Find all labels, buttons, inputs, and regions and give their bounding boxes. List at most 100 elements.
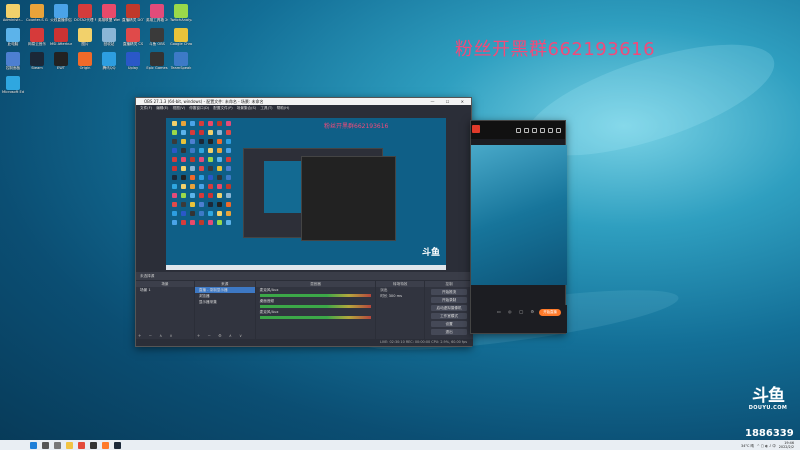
obs-menu-bar[interactable]: 文件(F) 编辑(E) 视图(V) 停靠窗口(D) 配置文件(P) 场景集合(S… bbox=[136, 105, 471, 112]
system-tray[interactable]: 34°C 晴 ^ ▢ ◐ ♪ 中 19:46 2022/2/2 bbox=[741, 440, 794, 450]
start-icon[interactable] bbox=[30, 441, 37, 449]
mixer-track-label: 麦克风/Aux bbox=[259, 288, 279, 292]
app-icon bbox=[30, 28, 44, 42]
preview-icon bbox=[181, 148, 186, 153]
desktop-shortcut[interactable]: EWT bbox=[50, 52, 72, 70]
gift-icon[interactable] bbox=[516, 127, 521, 133]
desktop-shortcut-label: Microsoft Edge bbox=[2, 90, 24, 94]
search-icon[interactable] bbox=[42, 441, 49, 449]
steam-icon[interactable] bbox=[114, 441, 121, 449]
desktop-shortcut[interactable]: 英雄工具箱 2022 bbox=[146, 4, 168, 22]
desktop-shortcut[interactable]: TwitchAnalyzer bbox=[170, 4, 192, 22]
scenes-dock: 场景 场景 1 + − ∧ ∨ bbox=[136, 281, 194, 339]
desktop-shortcut[interactable]: 火线直播伴侣 bbox=[50, 4, 72, 22]
start-recording-button[interactable]: 开始录制 bbox=[431, 297, 468, 303]
preview-icon bbox=[226, 202, 231, 207]
preview-icon bbox=[199, 166, 204, 171]
tray-icons[interactable]: ^ ▢ ◐ ♪ 中 bbox=[757, 443, 776, 448]
obs-title-bar[interactable]: OBS 27.1.3 (64-bit, windows) - 配置文件: 未命名… bbox=[136, 98, 471, 105]
room-tool-icons[interactable]: ▭ ◎ ◯ ⚙ bbox=[497, 309, 537, 314]
source-item[interactable]: 显示器采集 bbox=[195, 299, 255, 305]
desktop-shortcut[interactable]: 此电脑 bbox=[2, 28, 24, 46]
desktop-shortcut[interactable]: Steam bbox=[26, 52, 48, 70]
preview-icon bbox=[181, 175, 186, 180]
settings-button[interactable]: 设置 bbox=[431, 321, 468, 327]
desktop-shortcut-label: 此电脑 bbox=[7, 42, 19, 46]
volume-meter[interactable] bbox=[259, 316, 372, 319]
start-live-button[interactable]: 开始直播 bbox=[539, 309, 561, 316]
preview-icon bbox=[217, 121, 222, 126]
box-icon[interactable] bbox=[524, 127, 529, 133]
preview-icon bbox=[199, 184, 204, 189]
preview-icon bbox=[226, 184, 231, 189]
sources-dock-toolbar[interactable]: + − ⚙ ∧ ∨ bbox=[197, 333, 245, 338]
preview-icon bbox=[217, 175, 222, 180]
preview-icon bbox=[208, 175, 213, 180]
desktop-shortcut-label: Origin bbox=[79, 66, 91, 70]
desktop-shortcut[interactable]: Microsoft Edge bbox=[2, 76, 24, 94]
clock[interactable]: 19:46 2022/2/2 bbox=[779, 441, 794, 449]
preview-icon bbox=[190, 202, 195, 207]
app-icon bbox=[126, 52, 140, 66]
preview-icon bbox=[208, 121, 213, 126]
preview-desktop-icons bbox=[172, 121, 244, 231]
preview-icon bbox=[181, 166, 186, 171]
room-window-toolbar[interactable] bbox=[471, 121, 565, 139]
app-icon bbox=[78, 4, 92, 18]
desktop-shortcut[interactable]: 直播精灵 CS bbox=[122, 28, 144, 46]
preview-icon bbox=[181, 121, 186, 126]
desktop-shortcut-label: EWT bbox=[56, 66, 66, 70]
preview-icon bbox=[226, 157, 231, 162]
volume-meter[interactable] bbox=[259, 294, 372, 297]
desktop-shortcut[interactable]: MSI Afterburner bbox=[50, 28, 72, 46]
bag-icon[interactable] bbox=[532, 127, 537, 133]
desktop-shortcut[interactable]: 图片 bbox=[74, 28, 96, 46]
desktop-shortcut[interactable]: DOTA2代理 PC bbox=[74, 4, 96, 22]
volume-meter[interactable] bbox=[259, 305, 372, 308]
mail-icon[interactable] bbox=[540, 127, 545, 133]
preview-icon bbox=[172, 211, 177, 216]
fan-group-watermark: 粉丝开黑群662193616 bbox=[455, 39, 656, 60]
window-controls[interactable]: — ☐ ✕ bbox=[431, 98, 469, 105]
scenes-dock-toolbar[interactable]: + − ∧ ∨ bbox=[138, 333, 175, 338]
chrome-icon[interactable] bbox=[78, 441, 85, 449]
desktop-shortcut[interactable]: Counter-S Global Off bbox=[26, 4, 48, 22]
desktop-shortcut[interactable]: 网易云音乐 bbox=[26, 28, 48, 46]
preview-icon bbox=[199, 148, 204, 153]
transition-duration[interactable]: 时长 300 ms bbox=[376, 293, 424, 299]
desktop-shortcut[interactable]: 斗鱼 OBS bbox=[146, 28, 168, 46]
desktop-shortcut[interactable]: 控制面板 bbox=[2, 52, 24, 70]
obs-preview-canvas[interactable]: 粉丝开黑群662193616 斗鱼 bbox=[166, 118, 446, 270]
task-view-icon[interactable] bbox=[54, 441, 61, 449]
obs-icon[interactable] bbox=[90, 441, 97, 449]
preview-icon bbox=[226, 148, 231, 153]
exit-button[interactable]: 退出 bbox=[431, 329, 468, 335]
desktop-shortcut[interactable]: 回收站 bbox=[98, 28, 120, 46]
desktop-shortcut-label: Administr... bbox=[2, 18, 24, 22]
start-streaming-button[interactable]: 开始推流 bbox=[431, 289, 468, 295]
preview-icon bbox=[217, 220, 222, 225]
desktop-shortcut[interactable]: Uplay bbox=[122, 52, 144, 70]
desktop-shortcut[interactable]: 直播精灵 DOTA2 bbox=[122, 4, 144, 22]
preview-icon bbox=[172, 148, 177, 153]
studio-mode-button[interactable]: 工作室模式 bbox=[431, 313, 468, 319]
desktop-shortcut[interactable]: Epic Games bbox=[146, 52, 168, 70]
desktop-shortcut-label: Counter-S Global Off bbox=[26, 18, 48, 22]
douyu-room-window[interactable]: ▭ ◎ ◯ ⚙ 开始直播 bbox=[470, 120, 567, 334]
preview-icon bbox=[181, 184, 186, 189]
desktop-shortcut[interactable]: 英雄联盟 WeGame bbox=[98, 4, 120, 22]
desktop-shortcut[interactable]: Google Chrome bbox=[170, 28, 192, 46]
share-icon[interactable] bbox=[556, 127, 561, 133]
desktop-shortcut[interactable]: Administr... bbox=[2, 4, 24, 22]
desktop-shortcut[interactable]: TeamSpeak bbox=[170, 52, 192, 70]
preview-icon bbox=[181, 139, 186, 144]
virtual-camera-button[interactable]: 启动虚拟摄像机 bbox=[431, 305, 468, 311]
desktop-shortcut[interactable]: 腾讯QQ bbox=[98, 52, 120, 70]
screen-icon[interactable] bbox=[548, 127, 553, 133]
scene-item[interactable]: 场景 1 bbox=[136, 287, 194, 293]
obs-window[interactable]: OBS 27.1.3 (64-bit, windows) - 配置文件: 未命名… bbox=[135, 97, 474, 347]
duration-value: 300 ms bbox=[388, 294, 403, 298]
douyu-icon[interactable] bbox=[102, 441, 109, 449]
file-explorer-icon[interactable] bbox=[66, 441, 73, 449]
desktop-shortcut[interactable]: Origin bbox=[74, 52, 96, 70]
